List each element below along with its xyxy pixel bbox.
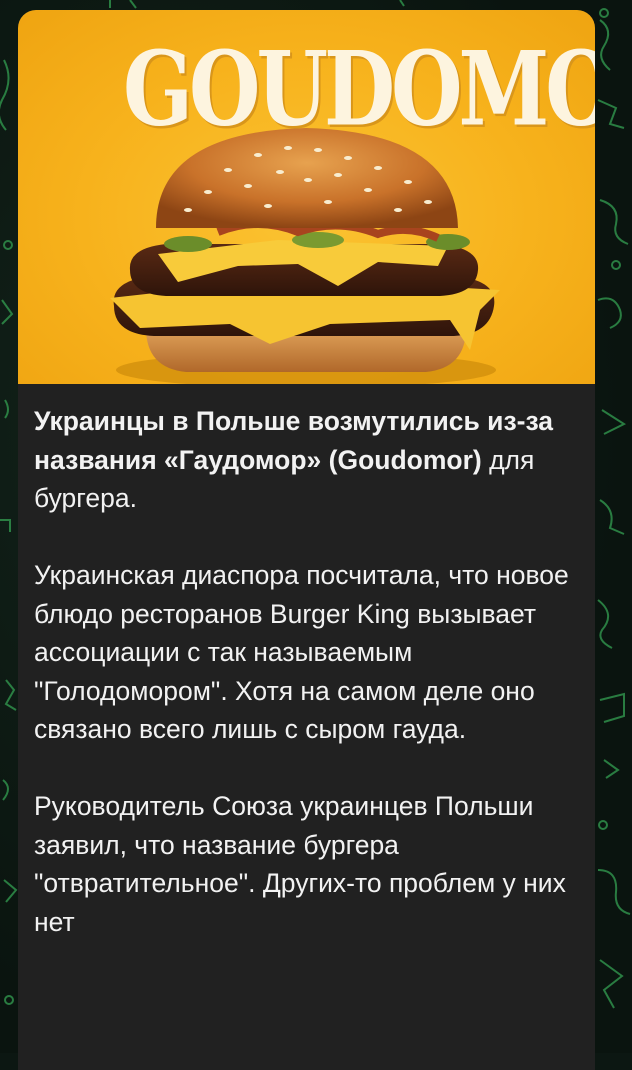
image-brand-title: GOUDOMOR [123, 29, 595, 150]
headline-paragraph: Украинцы в Польше возмутились из-за назв… [34, 402, 595, 518]
paragraph-leader: Руководитель Союза украинцев Польши заяв… [34, 791, 566, 937]
burger-photo[interactable]: GOUDOMOR [18, 10, 595, 384]
headline-bold: Украинцы в Польше возмутились из-за назв… [34, 406, 554, 475]
message-bubble: GOUDOMOR Украинцы в Польше возмутились и… [18, 10, 595, 1070]
message-text: Украинцы в Польше возмутились из-за назв… [18, 384, 595, 941]
paragraph-diaspora: Украинская диаспора посчитала, что новое… [34, 560, 569, 744]
